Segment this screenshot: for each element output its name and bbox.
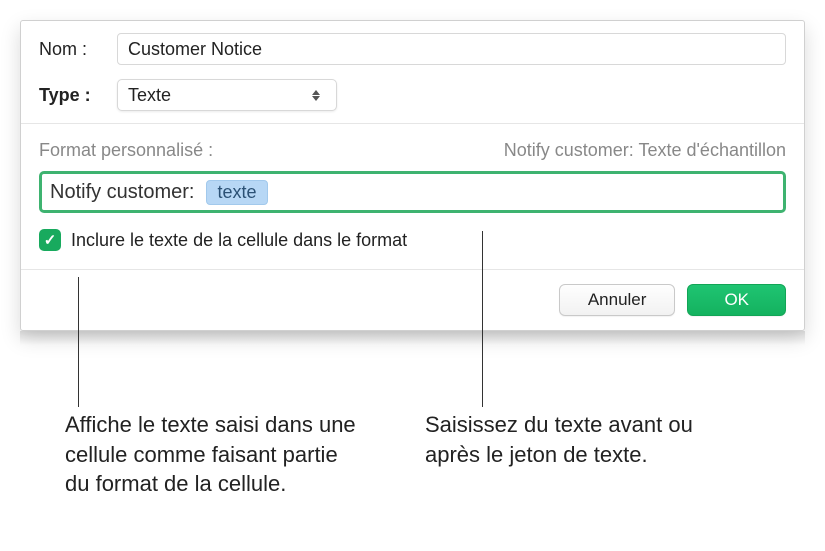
- cancel-button[interactable]: Annuler: [559, 284, 676, 316]
- type-select[interactable]: Texte: [117, 79, 337, 111]
- type-label: Type :: [39, 85, 117, 106]
- format-sample-text: Notify customer: Texte d'échantillon: [504, 140, 786, 161]
- ok-button[interactable]: OK: [687, 284, 786, 316]
- custom-format-dialog: Nom : Type : Texte Format personnalisé :…: [20, 20, 805, 331]
- callout-left-text: Affiche le texte saisi dans une cellule …: [65, 410, 365, 499]
- callout-right-text: Saisissez du texte avant ou après le jet…: [425, 410, 705, 469]
- type-select-value: Texte: [128, 85, 171, 106]
- text-token[interactable]: texte: [206, 180, 267, 205]
- name-label: Nom :: [39, 39, 117, 60]
- name-input[interactable]: [117, 33, 786, 65]
- checkbox-label: Inclure le texte de la cellule dans le f…: [71, 230, 407, 251]
- include-text-checkbox[interactable]: ✓: [39, 229, 61, 251]
- format-prefix-text: Notify customer:: [50, 181, 194, 204]
- format-label: Format personnalisé :: [39, 140, 213, 161]
- check-icon: ✓: [44, 231, 57, 249]
- format-input[interactable]: Notify customer: texte: [39, 171, 786, 213]
- up-down-chevron-icon: [306, 83, 326, 107]
